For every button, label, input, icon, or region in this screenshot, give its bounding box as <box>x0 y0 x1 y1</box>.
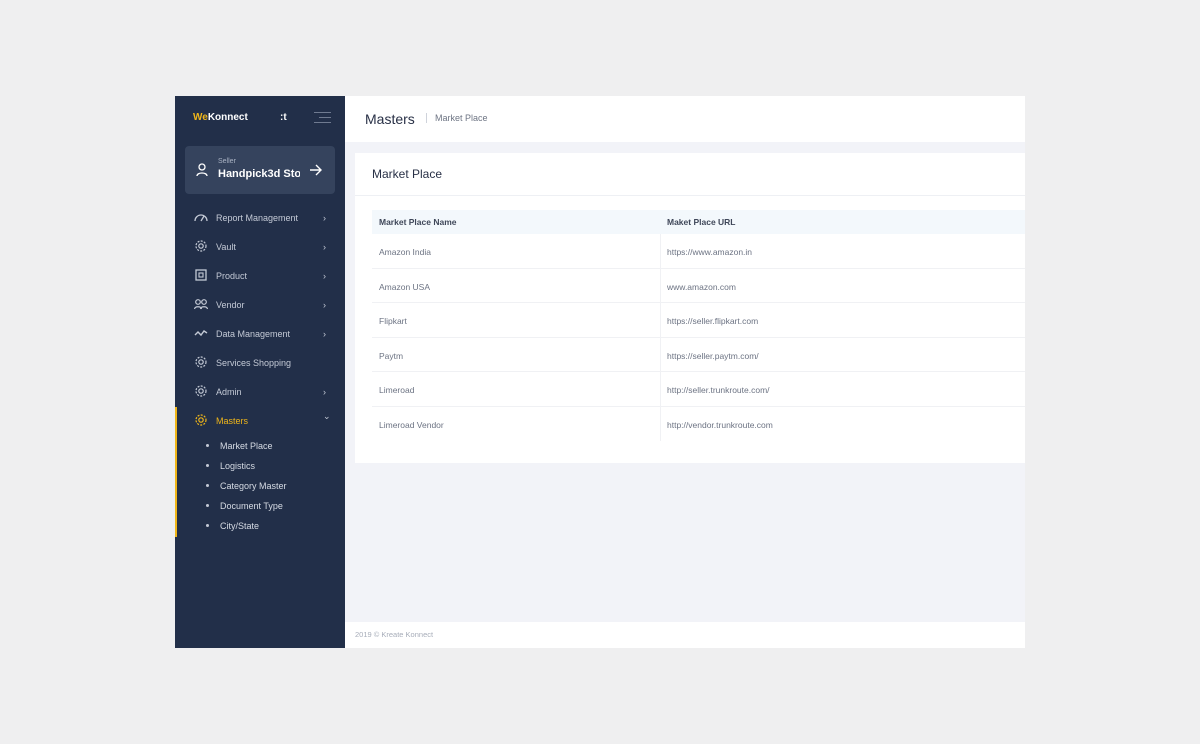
sidebar-item-label: Product <box>216 271 248 281</box>
table-row[interactable]: Amazon India https://www.amazon.in <box>372 234 1025 269</box>
submenu-item-document-type[interactable]: Document Type <box>175 496 345 516</box>
brand-prefix: We <box>193 112 208 123</box>
menu-toggle-icon[interactable] <box>314 112 331 124</box>
page-header: Masters Market Place <box>345 96 1025 142</box>
submenu-item-label: City/State <box>220 521 260 531</box>
brand-logo[interactable]: WeKonnect <box>193 112 248 123</box>
gear-icon <box>194 384 208 398</box>
gear-icon <box>194 413 208 427</box>
sidebar-item-label: Masters <box>216 416 249 426</box>
sidebar-item-data-management[interactable]: Data Management › <box>175 319 345 348</box>
market-place-card: Market Place Market Place Name Maket Pla… <box>355 153 1025 463</box>
sidebar-item-vault[interactable]: Vault › <box>175 232 345 261</box>
chart-line-icon <box>194 326 208 340</box>
users-icon <box>193 297 209 311</box>
cell-name: Amazon USA <box>379 281 431 292</box>
sidebar-item-label: Vault <box>216 242 236 252</box>
sidebar-nav: Report Management › Vault › Product › Ve… <box>175 203 345 435</box>
page-footer: 2019 © Kreate Konnect <box>345 622 1025 648</box>
chevron-down-icon: ⌄ <box>323 411 331 421</box>
user-name: Handpick3d Store <box>218 168 300 180</box>
breadcrumb-divider <box>426 113 427 123</box>
cell-url: https://www.amazon.in <box>667 247 753 257</box>
table-row[interactable]: Paytm https://seller.paytm.com/ <box>372 338 1025 372</box>
sidebar-item-label: Services Shopping <box>216 358 292 368</box>
column-header-url[interactable]: Maket Place URL <box>667 217 736 227</box>
chevron-right-icon: › <box>323 242 326 252</box>
breadcrumb[interactable]: Market Place <box>435 113 488 123</box>
cell-name: Flipkart <box>379 316 407 326</box>
box-icon <box>194 268 208 282</box>
cell-name: Paytm <box>379 350 404 361</box>
sidebar-item-label: Data Management <box>216 329 291 339</box>
column-header-name[interactable]: Market Place Name <box>379 217 457 227</box>
card-divider <box>355 195 1025 196</box>
sidebar-item-product[interactable]: Product › <box>175 261 345 290</box>
sidebar-item-masters[interactable]: Masters ⌄ <box>175 406 345 435</box>
table-header: Market Place Name Maket Place URL <box>372 210 1025 234</box>
chevron-right-icon: › <box>323 213 326 223</box>
gear-icon <box>194 355 208 369</box>
bullet-icon <box>206 524 209 527</box>
chevron-right-icon: › <box>323 271 326 281</box>
cell-url: http://vendor.trunkroute.com <box>667 419 773 430</box>
table-row[interactable]: Flipkart https://seller.flipkart.com <box>372 303 1025 338</box>
gear-icon <box>194 239 208 253</box>
sidebar-item-label: Vendor <box>216 300 245 310</box>
submenu-item-label: Document Type <box>220 501 283 511</box>
submenu-item-label: Logistics <box>220 461 256 471</box>
table-row[interactable]: Amazon USA www.amazon.com <box>372 269 1025 303</box>
arrow-right-icon[interactable] <box>309 163 323 181</box>
table-row[interactable]: Limeroad http://seller.trunkroute.com/ <box>372 372 1025 407</box>
sidebar-item-vendor[interactable]: Vendor › <box>175 290 345 319</box>
page-title: Masters <box>365 111 415 127</box>
cell-url: http://seller.trunkroute.com/ <box>667 385 770 395</box>
gauge-icon <box>194 210 208 224</box>
bullet-icon <box>206 444 209 447</box>
sidebar-item-label: Admin <box>216 387 242 397</box>
sidebar-item-services-shopping[interactable]: Services Shopping <box>175 348 345 377</box>
market-place-table: Market Place Name Maket Place URL Amazon… <box>372 210 1025 441</box>
submenu-item-logistics[interactable]: Logistics <box>175 456 345 476</box>
cell-url: https://seller.flipkart.com <box>667 316 759 326</box>
submenu-item-label: Market Place <box>220 441 273 451</box>
chevron-right-icon: › <box>323 387 326 397</box>
cell-name: Limeroad Vendor <box>379 419 444 430</box>
user-icon <box>196 163 208 182</box>
sidebar-item-admin[interactable]: Admin › <box>175 377 345 406</box>
cell-name: Amazon India <box>379 247 431 257</box>
cell-url: www.amazon.com <box>667 281 736 292</box>
submenu-item-category-master[interactable]: Category Master <box>175 476 345 496</box>
submenu-item-city-state[interactable]: City/State <box>175 516 345 536</box>
cell-url: https://seller.paytm.com/ <box>667 350 759 361</box>
column-divider <box>660 234 661 441</box>
brand-rest: Konnect <box>207 112 248 123</box>
sidebar-item-label: Report Management <box>216 213 299 223</box>
footer-copyright: 2019 © Kreate Konnect <box>355 630 434 639</box>
cell-name: Limeroad <box>379 385 415 395</box>
bullet-icon <box>206 504 209 507</box>
submenu-item-label: Category Master <box>220 481 287 491</box>
bullet-icon <box>206 484 209 487</box>
app-window: WeKonnect :t Seller Handpick3d Store Rep… <box>175 96 1025 648</box>
sidebar-item-report-management[interactable]: Report Management › <box>175 203 345 232</box>
card-title: Market Place <box>372 167 443 181</box>
brand-tail: :t <box>280 112 287 123</box>
chevron-right-icon: › <box>323 300 326 310</box>
user-card[interactable]: Seller Handpick3d Store <box>185 146 335 194</box>
masters-submenu: Market Place Logistics Category Master D… <box>175 436 345 536</box>
chevron-right-icon: › <box>323 329 326 339</box>
user-role: Seller <box>218 158 236 165</box>
table-row[interactable]: Limeroad Vendor http://vendor.trunkroute… <box>372 407 1025 442</box>
sidebar: WeKonnect :t Seller Handpick3d Store Rep… <box>175 96 345 648</box>
bullet-icon <box>206 464 209 467</box>
submenu-item-market-place[interactable]: Market Place <box>175 436 345 456</box>
